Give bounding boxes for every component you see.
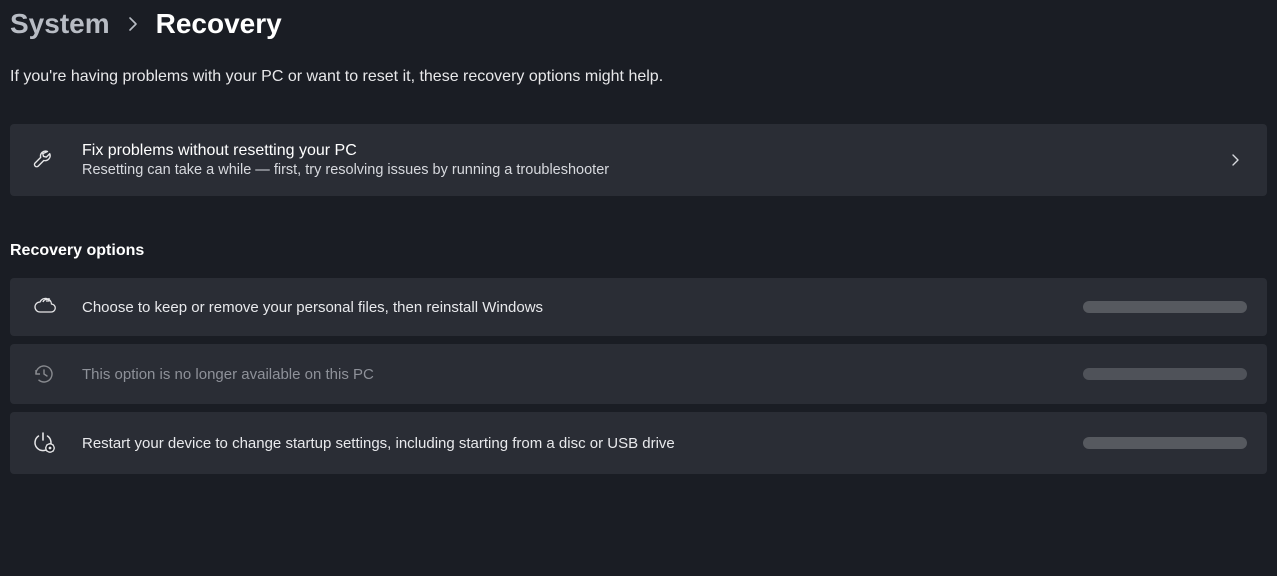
go-back-row: This option is no longer available on th… [10,344,1267,404]
breadcrumb-parent[interactable]: System [10,8,110,40]
page-title: Recovery [156,8,282,40]
advanced-startup-row: Restart your device to change startup se… [10,412,1267,474]
restart-now-button[interactable] [1083,437,1247,449]
recovery-options-heading: Recovery options [10,242,1267,260]
reset-pc-button[interactable] [1083,301,1247,313]
page-description: If you're having problems with your PC o… [10,68,1267,86]
reset-pc-description: Choose to keep or remove your personal f… [82,299,1083,316]
history-icon [32,362,70,386]
go-back-description: This option is no longer available on th… [82,366,1083,383]
go-back-button [1083,368,1247,380]
chevron-right-icon [1223,153,1247,167]
fix-problems-subtitle: Resetting can take a while — first, try … [82,162,1223,178]
chevron-right-icon [128,16,138,32]
wrench-icon [32,148,70,172]
advanced-startup-description: Restart your device to change startup se… [82,435,1083,452]
cloud-reset-icon [32,296,70,318]
fix-problems-title: Fix problems without resetting your PC [82,142,1223,160]
fix-problems-card[interactable]: Fix problems without resetting your PC R… [10,124,1267,196]
reset-pc-row: Choose to keep or remove your personal f… [10,278,1267,336]
breadcrumb: System Recovery [10,8,1267,40]
power-settings-icon [32,430,70,456]
